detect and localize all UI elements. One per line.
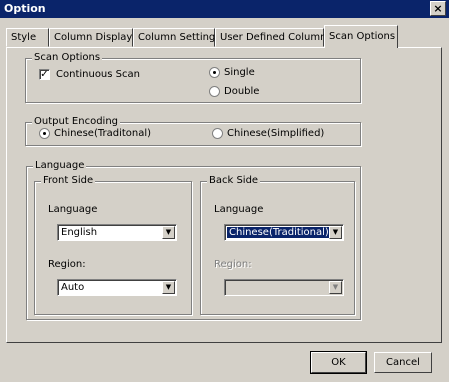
front-region-value: Auto <box>61 282 85 293</box>
tab-column-setting[interactable]: Column Setting <box>133 28 215 47</box>
title-bar: Option × <box>0 0 449 18</box>
scan-options-legend: Scan Options <box>32 52 103 63</box>
back-language-label: Language <box>214 204 264 215</box>
double-radio[interactable] <box>209 86 220 97</box>
tab-user-defined-column[interactable]: User Defined Column <box>215 28 326 47</box>
simplified-label[interactable]: Chinese(Simplified) <box>227 128 324 139</box>
language-legend: Language <box>33 160 87 171</box>
front-language-value: English <box>61 227 98 238</box>
window-title: Option <box>4 2 46 15</box>
front-side-group: Front Side Language English ▼ Region: Au… <box>34 175 192 315</box>
tab-style[interactable]: Style <box>6 28 49 47</box>
front-region-select[interactable]: Auto ▼ <box>57 279 177 296</box>
ok-button[interactable]: OK <box>310 351 367 374</box>
back-language-select[interactable]: Chinese(Traditional) ▼ <box>224 224 344 241</box>
output-encoding-group: Output Encoding Chinese(Traditonal) Chin… <box>25 116 361 146</box>
back-side-legend: Back Side <box>207 175 261 186</box>
front-region-label: Region: <box>48 259 86 270</box>
front-side-legend: Front Side <box>41 175 96 186</box>
language-group: Language Front Side Language English ▼ R… <box>26 160 361 320</box>
chevron-down-icon[interactable]: ▼ <box>162 281 175 294</box>
close-icon[interactable]: × <box>430 1 446 16</box>
chevron-down-icon[interactable]: ▼ <box>162 226 175 239</box>
tab-column-display[interactable]: Column Display <box>49 28 133 47</box>
tab-scan-options[interactable]: Scan Options <box>324 25 398 48</box>
back-region-select: ▼ <box>224 279 344 296</box>
double-label[interactable]: Double <box>224 86 259 97</box>
chevron-down-icon: ▼ <box>329 281 342 294</box>
output-encoding-legend: Output Encoding <box>32 116 120 127</box>
single-label[interactable]: Single <box>224 67 255 78</box>
continuous-scan-label[interactable]: Continuous Scan <box>56 69 140 80</box>
scan-options-group: Scan Options ✓ Continuous Scan Single Do… <box>25 52 361 103</box>
simplified-radio[interactable] <box>212 128 223 139</box>
back-side-group: Back Side Language Chinese(Traditional) … <box>200 175 355 315</box>
traditional-label[interactable]: Chinese(Traditonal) <box>54 128 151 139</box>
back-language-value: Chinese(Traditional) <box>226 226 332 239</box>
front-language-label: Language <box>48 204 98 215</box>
front-language-select[interactable]: English ▼ <box>57 224 177 241</box>
chevron-down-icon[interactable]: ▼ <box>329 226 342 239</box>
back-region-label: Region: <box>214 259 252 270</box>
single-radio[interactable] <box>209 67 220 78</box>
traditional-radio[interactable] <box>39 128 50 139</box>
cancel-button[interactable]: Cancel <box>374 352 432 373</box>
continuous-scan-checkbox[interactable]: ✓ <box>39 69 50 80</box>
